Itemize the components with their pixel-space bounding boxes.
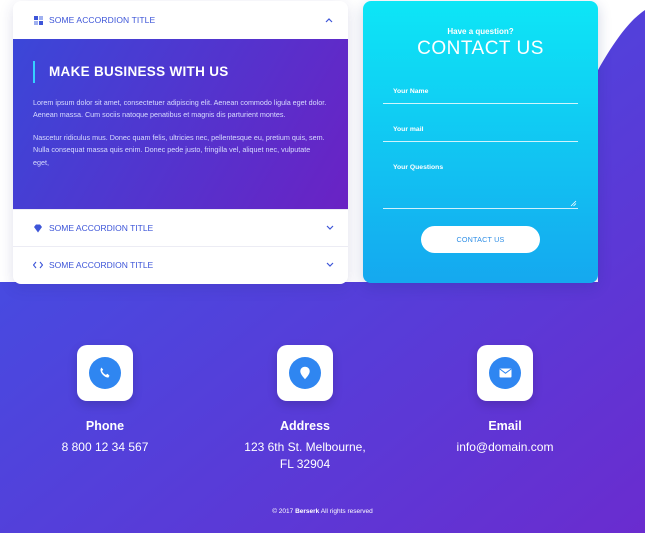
envelope-icon xyxy=(489,357,521,389)
chevron-down-icon xyxy=(326,260,334,270)
address-block: Address 123 6th St. Melbourne, FL 32904 xyxy=(225,345,385,473)
address-title: Address xyxy=(279,419,331,433)
copyright-suffix: All rights reserved xyxy=(320,508,373,515)
address-line-1: 123 6th St. Melbourne, xyxy=(244,440,366,454)
copyright-prefix: © 2017 xyxy=(272,508,294,515)
resize-grip-icon[interactable] xyxy=(570,200,577,207)
accordion-body-paragraph-1: Lorem ipsum dolor sit amet, consectetuer… xyxy=(33,98,327,120)
chevron-down-icon xyxy=(326,223,334,233)
accordion-item-1-header[interactable]: SOME ACCORDION TITLE xyxy=(13,1,348,39)
email-block: Email info@domain.com xyxy=(425,345,585,456)
mail-field[interactable]: Your mail xyxy=(383,126,578,142)
name-field[interactable]: Your Name xyxy=(383,88,578,104)
footer-copyright: © 2017 Berserk All rights reserved xyxy=(0,508,645,515)
phone-block: Phone 8 800 12 34 567 xyxy=(25,345,185,456)
code-icon xyxy=(33,260,43,270)
accordion-body-paragraph-2: Nascetur ridiculus mus. Donec quam felis… xyxy=(33,132,325,167)
email-title: Email xyxy=(488,419,522,433)
address-line-2: FL 32904 xyxy=(279,457,331,471)
address-tile xyxy=(277,345,333,401)
grid-icon xyxy=(33,15,43,25)
phone-icon xyxy=(89,357,121,389)
accordion-body-heading: MAKE BUSINESS WITH US xyxy=(33,61,328,83)
contact-form: Have a question? CONTACT US Your Name Yo… xyxy=(363,1,598,283)
address-value: 123 6th St. Melbourne, FL 32904 xyxy=(225,439,385,473)
location-pin-icon xyxy=(289,357,321,389)
accordion-item-3-header[interactable]: SOME ACCORDION TITLE xyxy=(13,246,348,283)
questions-textarea[interactable]: Your Questions xyxy=(383,164,578,209)
accordion-item-2-header[interactable]: SOME ACCORDION TITLE xyxy=(13,209,348,246)
email-tile xyxy=(477,345,533,401)
email-value[interactable]: info@domain.com xyxy=(425,439,585,456)
questions-label: Your Questions xyxy=(393,164,444,171)
accordion-item-1-body: MAKE BUSINESS WITH US Lorem ipsum dolor … xyxy=(13,39,348,209)
chevron-up-icon xyxy=(324,15,334,25)
accordion-item-3-title: SOME ACCORDION TITLE xyxy=(49,260,154,270)
accordion-item-1-title: SOME ACCORDION TITLE xyxy=(49,15,156,25)
brand-name[interactable]: Berserk xyxy=(295,508,319,515)
phone-value: 8 800 12 34 567 xyxy=(61,440,149,454)
phone-tile xyxy=(77,345,133,401)
contact-question: Have a question? xyxy=(447,27,514,36)
contact-title: CONTACT US xyxy=(417,38,544,59)
contact-us-button[interactable]: CONTACT US xyxy=(421,226,540,253)
accordion: SOME ACCORDION TITLE MAKE BUSINESS WITH … xyxy=(13,1,348,284)
diamond-icon xyxy=(33,223,43,233)
accordion-item-2-title: SOME ACCORDION TITLE xyxy=(49,223,154,233)
phone-title: Phone xyxy=(85,419,125,433)
